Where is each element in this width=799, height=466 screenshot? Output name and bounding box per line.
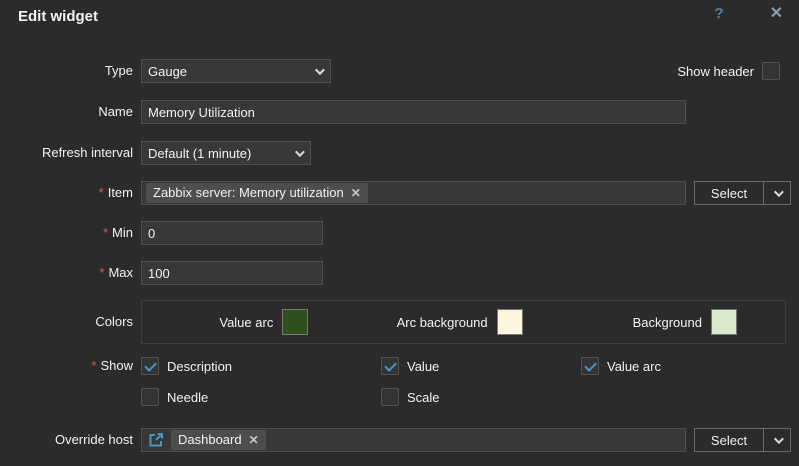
help-icon[interactable]: ? [708,4,729,23]
show-value-label: Value [407,359,439,374]
override-host-select-dropdown-button[interactable] [763,429,790,451]
show-value-arc-label: Value arc [607,359,661,374]
show-needle-label: Needle [167,390,208,405]
override-host-chip: Dashboard ✕ [171,430,266,450]
override-host-select-button-group: Select [694,428,791,452]
item-select-button-group: Select [694,181,791,205]
show-options: Description Value Value arc Needle Scale [141,357,701,406]
required-asterisk: * [99,185,104,200]
required-asterisk: * [91,358,96,373]
override-host-multiselect-input[interactable]: Dashboard ✕ [141,428,686,452]
min-input[interactable] [141,221,323,245]
show-header-checkbox[interactable] [762,62,780,80]
close-icon[interactable]: ✕ [764,2,789,24]
name-input[interactable] [141,100,686,124]
refresh-interval-value: Default (1 minute) [148,146,251,161]
type-select-value: Gauge [148,64,187,79]
chevron-down-icon [315,65,325,75]
override-host-chip-label: Dashboard [178,432,242,448]
max-input[interactable] [141,261,323,285]
show-value-arc-checkbox[interactable] [581,357,599,375]
show-scale-label: Scale [407,390,440,405]
chevron-down-icon [773,434,783,444]
show-description-label: Description [167,359,232,374]
item-select-button[interactable]: Select [695,182,763,204]
arc-background-color-swatch[interactable] [497,309,523,335]
edit-widget-dialog: Edit widget ? ✕ Type Gauge Show header N… [0,0,799,466]
item-chip: Zabbix server: Memory utilization ✕ [146,183,368,203]
show-header-label: Show header [677,64,754,79]
dashboard-reference-icon [148,432,164,448]
item-chip-label: Zabbix server: Memory utilization [153,185,344,201]
type-label: Type [0,62,133,80]
show-label: *Show [0,357,133,375]
value-arc-color-label: Value arc [219,315,273,330]
item-select-dropdown-button[interactable] [763,182,790,204]
required-asterisk: * [103,225,108,240]
remove-override-host-icon[interactable]: ✕ [249,432,259,448]
show-needle-checkbox[interactable] [141,388,159,406]
arc-background-color-label: Arc background [397,315,488,330]
item-multiselect-input[interactable]: Zabbix server: Memory utilization ✕ [141,181,686,205]
chevron-down-icon [295,147,305,157]
chevron-down-icon [773,187,783,197]
name-label: Name [0,103,133,121]
override-host-select-button[interactable]: Select [695,429,763,451]
show-description-checkbox[interactable] [141,357,159,375]
show-value-checkbox[interactable] [381,357,399,375]
value-arc-color-swatch[interactable] [282,309,308,335]
dialog-title: Edit widget [18,8,98,25]
remove-item-icon[interactable]: ✕ [351,185,361,201]
background-color-swatch[interactable] [711,309,737,335]
item-label: *Item [0,184,133,202]
min-label: *Min [0,224,133,242]
required-asterisk: * [99,265,104,280]
override-host-label: Override host [0,431,133,449]
refresh-interval-select[interactable]: Default (1 minute) [141,141,311,165]
type-select[interactable]: Gauge [141,59,331,83]
show-scale-checkbox[interactable] [381,388,399,406]
colors-label: Colors [0,313,133,331]
max-label: *Max [0,264,133,282]
background-color-label: Background [633,315,702,330]
refresh-interval-label: Refresh interval [0,144,133,162]
colors-fieldset: Value arc Arc background Background [141,300,786,344]
